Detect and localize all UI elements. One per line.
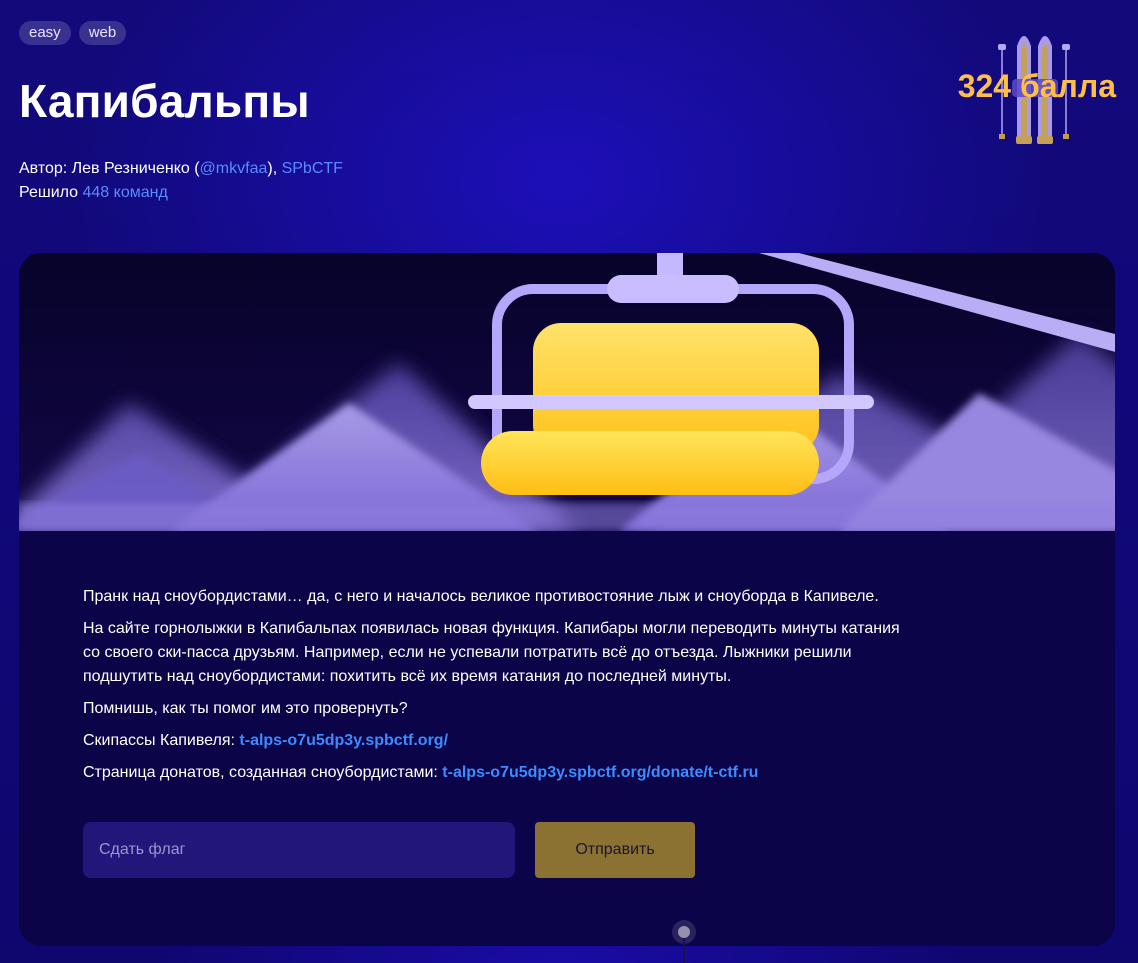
donate-link[interactable]: t-alps-o7u5dp3y.spbctf.org/donate/t-ctf.… — [442, 764, 758, 781]
tag-web[interactable]: web — [78, 21, 127, 45]
donate-line: Страница донатов, созданная сноубордиста… — [83, 761, 903, 785]
solved-count-link[interactable]: 448 команд — [83, 184, 168, 201]
author-org-link[interactable]: SPbCTF — [282, 160, 343, 177]
task-meta: Автор: Лев Резниченко (@mkvfaa), SPbCTF … — [19, 157, 343, 205]
submit-flag-button[interactable]: Отправить — [535, 822, 695, 878]
task-card: Пранк над сноубордистами… да, с него и н… — [19, 253, 1115, 946]
lamp-icon — [672, 920, 696, 963]
skipass-link[interactable]: t-alps-o7u5dp3y.spbctf.org/ — [239, 732, 448, 749]
score-value: 324 балла — [957, 68, 1116, 104]
author-separator: ), — [267, 160, 282, 177]
author-handle-link[interactable]: @mkvfaa — [200, 160, 268, 177]
solved-line: Решило 448 команд — [19, 181, 343, 205]
solved-prefix: Решило — [19, 184, 83, 201]
description-paragraph-1: Пранк над сноубордистами… да, с него и н… — [83, 588, 879, 605]
score-block: 324 балла — [950, 24, 1125, 148]
tag-list: easy web — [19, 21, 127, 45]
skipass-line: Скипассы Капивеля: t-alps-o7u5dp3y.spbct… — [83, 729, 903, 753]
donate-label: Страница донатов, созданная сноубордиста… — [83, 764, 443, 781]
author-prefix: Автор: Лев Резниченко ( — [19, 160, 200, 177]
ski-lift-illustration — [19, 253, 1115, 531]
description-paragraph-3: Помнишь, как ты помог им это провернуть? — [83, 700, 408, 717]
task-description: Пранк над сноубордистами… да, с него и н… — [83, 585, 903, 793]
description-paragraph-2: На сайте горнолыжки в Капибальпах появил… — [83, 620, 900, 685]
skipass-label: Скипассы Капивеля: — [83, 732, 240, 749]
flag-input[interactable] — [83, 822, 515, 878]
author-line: Автор: Лев Резниченко (@mkvfaa), SPbCTF — [19, 157, 343, 181]
tag-easy[interactable]: easy — [19, 21, 71, 45]
page-title: Капибальпы — [19, 75, 310, 127]
